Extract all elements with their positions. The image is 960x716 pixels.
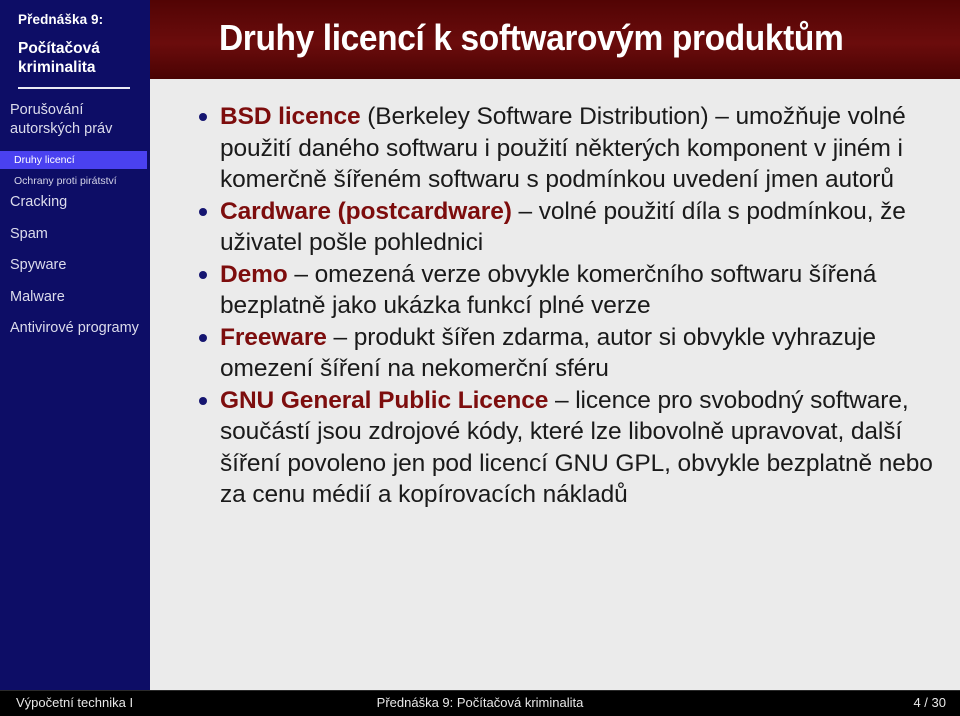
sidebar-header: Přednáška 9: Počítačová kriminalita bbox=[0, 0, 147, 77]
sidebar-item-1[interactable]: Druhy licencí bbox=[0, 151, 147, 169]
sidebar-lecture-label: Přednáška 9: bbox=[18, 12, 104, 27]
sidebar-item-0[interactable]: Porušování autorských práv bbox=[0, 101, 147, 138]
sidebar-item-4[interactable]: Spam bbox=[0, 225, 147, 244]
sidebar-item-5[interactable]: Spyware bbox=[0, 256, 147, 275]
bullet-lead-term-1: Cardware (postcardware) bbox=[220, 197, 512, 225]
bullet-item-1: Cardware (postcardware) – volné použití … bbox=[194, 196, 948, 259]
sidebar-divider bbox=[18, 87, 130, 89]
sidebar-course-title-line2: kriminalita bbox=[18, 59, 96, 76]
footer-page-number: 4 / 30 bbox=[913, 695, 946, 710]
slide-footer: Výpočetní technika I Přednáška 9: Počíta… bbox=[0, 690, 960, 716]
bullet-item-2: Demo – omezená verze obvykle komerčního … bbox=[194, 259, 948, 322]
sidebar-item-2[interactable]: Ochrany proti pirátství bbox=[0, 172, 147, 190]
sidebar-course-title-line1: Počítačová bbox=[18, 40, 100, 57]
presentation-slide: Přednáška 9: Počítačová kriminalita Poru… bbox=[0, 0, 960, 716]
sidebar-item-list: Porušování autorských práv Druhy licencí O… bbox=[0, 101, 147, 351]
bullet-item-4: GNU General Public Licence – licence pro… bbox=[194, 385, 948, 511]
page-title: Druhy licencí k softwarovým produktům bbox=[219, 17, 844, 58]
bullet-lead-term-0: BSD licence bbox=[220, 103, 361, 130]
bullet-lead-term-3: Freeware bbox=[220, 323, 327, 351]
bullet-item-3: Freeware – produkt šířen zdarma, autor s… bbox=[194, 322, 948, 385]
titlebar-sidebar-seam bbox=[147, 0, 150, 79]
license-bullet-list: BSD licence (Berkeley Software Distribut… bbox=[194, 101, 948, 511]
sidebar-item-3[interactable]: Cracking bbox=[0, 193, 147, 212]
bullet-item-0: BSD licence (Berkeley Software Distribut… bbox=[194, 101, 948, 196]
sidebar-navigation: Přednáška 9: Počítačová kriminalita Poru… bbox=[0, 0, 147, 690]
sidebar-item-6[interactable]: Malware bbox=[0, 288, 147, 307]
slide-title-bar: Druhy licencí k softwarovým produktům bbox=[150, 0, 960, 79]
sidebar-item-7[interactable]: Antivirové programy bbox=[0, 319, 147, 338]
slide-content: BSD licence (Berkeley Software Distribut… bbox=[150, 79, 960, 690]
bullet-body-2: – omezená verze obvykle komerčního softw… bbox=[220, 260, 877, 320]
footer-lecture-name: Přednáška 9: Počítačová kriminalita bbox=[376, 695, 584, 710]
bullet-lead-term-4: GNU General Public Licence bbox=[220, 386, 549, 414]
footer-divider bbox=[0, 690, 960, 691]
bullet-lead-term-2: Demo bbox=[220, 260, 288, 288]
sidebar-course-title: Počítačová kriminalita bbox=[18, 39, 137, 77]
